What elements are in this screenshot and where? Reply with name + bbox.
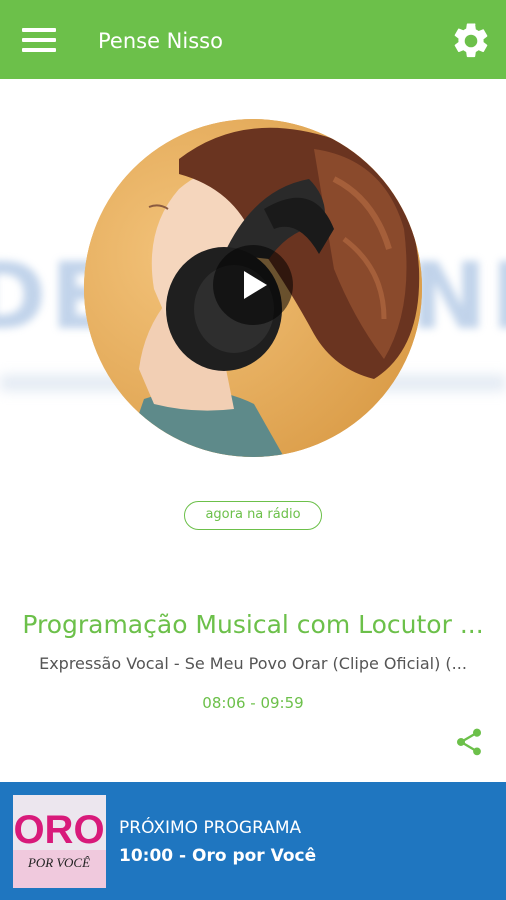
thumbnail-subtitle: POR VOCÊ: [27, 855, 90, 870]
play-icon: [244, 271, 267, 299]
program-time: 08:06 - 09:59: [202, 694, 304, 712]
app-bar: Pense Nisso: [0, 0, 506, 79]
now-playing-badge: agora na rádio: [184, 501, 322, 530]
play-button[interactable]: [213, 245, 293, 325]
next-program-title: 10:00 - Oro por Você: [119, 846, 317, 866]
next-program-thumbnail: ORO POR VOCÊ: [13, 795, 106, 888]
next-program-bar[interactable]: ORO POR VOCÊ PRÓXIMO PROGRAMA 10:00 - Or…: [0, 782, 506, 900]
next-program-label: PRÓXIMO PROGRAMA: [119, 818, 302, 838]
app-title: Pense Nisso: [98, 29, 223, 53]
thumbnail-title: ORO: [13, 808, 104, 852]
share-icon[interactable]: [453, 726, 485, 758]
song-title: Expressão Vocal - Se Meu Povo Orar (Clip…: [39, 654, 467, 673]
background-word-right: NI: [410, 243, 506, 350]
menu-icon[interactable]: [22, 28, 56, 52]
gear-icon[interactable]: [450, 20, 492, 62]
program-title: Programação Musical com Locutor ...: [22, 610, 484, 639]
